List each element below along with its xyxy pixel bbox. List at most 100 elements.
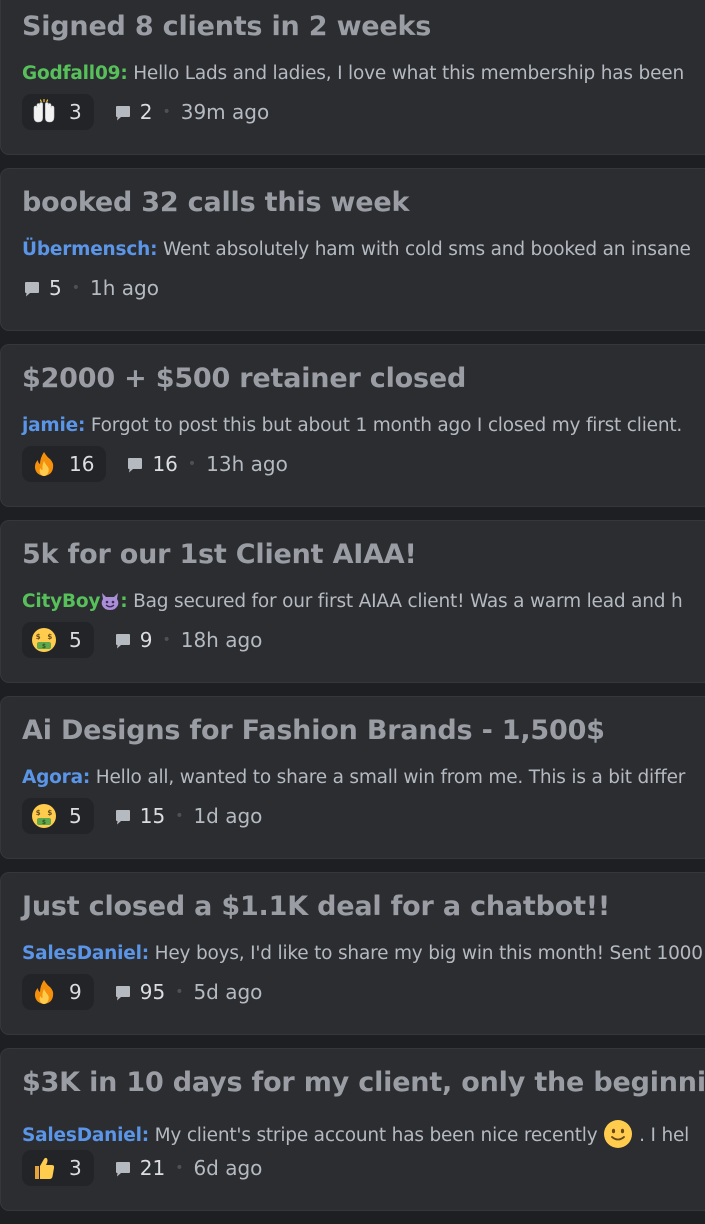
reaction-count: 5 xyxy=(69,804,82,828)
post-timestamp: 39m ago xyxy=(180,100,270,124)
preview-text: Hello all, wanted to share a small win f… xyxy=(90,767,686,788)
reaction-button[interactable]: $ $ $5 xyxy=(22,798,94,834)
post-author[interactable]: SalesDaniel xyxy=(22,1125,142,1146)
comments-button[interactable]: 21 xyxy=(114,1156,165,1180)
separator-dot: • xyxy=(175,984,184,1000)
comment-icon xyxy=(114,631,132,649)
author-separator: : xyxy=(141,943,149,964)
post-preview: SalesDaniel: Hey boys, I'd like to share… xyxy=(22,943,703,964)
comment-count: 21 xyxy=(139,1156,166,1180)
post-timestamp: 13h ago xyxy=(206,452,288,476)
post-title[interactable]: Just closed a $1.1K deal for a chatbot!! xyxy=(22,891,610,922)
author-separator: : xyxy=(120,63,128,84)
reaction-button[interactable]: 9 xyxy=(22,974,94,1010)
post-preview: CityBoy: Bag secured for our first AIAA … xyxy=(22,591,683,612)
reaction-button[interactable]: 3 xyxy=(22,1150,94,1186)
post-preview: SalesDaniel: My client's stripe account … xyxy=(22,1119,689,1149)
money-mouth-icon: $ $ $ xyxy=(31,627,57,653)
author-separator: : xyxy=(141,1125,149,1146)
comment-icon xyxy=(114,1159,132,1177)
separator-dot: • xyxy=(162,104,171,120)
comment-count: 2 xyxy=(139,100,153,124)
comments-button[interactable]: 16 xyxy=(126,452,178,476)
reaction-count: 3 xyxy=(69,1156,82,1180)
comment-count: 16 xyxy=(152,452,178,476)
post-meta: $ $ $5 15 • 1d ago xyxy=(22,798,262,834)
preview-text: Forgot to post this but about 1 month ag… xyxy=(85,415,683,436)
separator-dot: • xyxy=(71,280,80,296)
post-title[interactable]: Ai Designs for Fashion Brands - 1,500$ xyxy=(22,715,605,746)
post-meta: 5 • 1h ago xyxy=(23,270,159,306)
post-card[interactable]: Just closed a $1.1K deal for a chatbot!!… xyxy=(0,872,705,1035)
post-author[interactable]: Übermensch xyxy=(22,239,150,260)
svg-text:$: $ xyxy=(42,819,46,826)
comment-count: 15 xyxy=(139,804,166,828)
post-card[interactable]: Ai Designs for Fashion Brands - 1,500$ Ag… xyxy=(0,696,705,859)
post-author[interactable]: Agora xyxy=(22,767,83,788)
reaction-button[interactable]: 3 xyxy=(22,94,94,130)
author-separator: : xyxy=(82,767,91,788)
post-title[interactable]: $3K in 10 days for my client, only the b… xyxy=(22,1067,705,1098)
reaction-button[interactable]: $ $ $ 5 xyxy=(22,622,94,658)
reaction-count: 5 xyxy=(69,628,82,652)
comments-button[interactable]: 95 xyxy=(114,980,165,1004)
post-timestamp: 6d ago xyxy=(193,1156,263,1180)
post-timestamp: 1h ago xyxy=(90,276,159,300)
post-timestamp: 18h ago xyxy=(180,628,263,652)
post-author[interactable]: jamie xyxy=(22,415,78,436)
post-title[interactable]: 5k for our 1st Client AIAA! xyxy=(22,539,417,570)
author-separator: : xyxy=(120,591,128,612)
svg-text:$: $ xyxy=(36,809,41,817)
reaction-count: 3 xyxy=(69,100,82,124)
post-card[interactable]: booked 32 calls this week Übermensch: Wen… xyxy=(0,168,705,331)
post-timestamp: 5d ago xyxy=(193,980,263,1004)
preview-text: Hey boys, I'd like to share my big win t… xyxy=(148,943,703,964)
comments-button[interactable]: 15 xyxy=(114,804,165,828)
post-card[interactable]: $3K in 10 days for my client, only the b… xyxy=(0,1048,705,1211)
post-meta: 3 21 • 6d ago xyxy=(22,1150,262,1186)
raised-hands-icon xyxy=(31,98,57,125)
svg-text:$: $ xyxy=(47,633,52,641)
post-meta: 3 2 • 39m ago xyxy=(22,94,269,130)
preview-text: My client's stripe account has been nice… xyxy=(148,1125,598,1146)
svg-text:$: $ xyxy=(42,643,46,650)
separator-dot: • xyxy=(175,1160,184,1176)
post-author[interactable]: SalesDaniel xyxy=(22,943,142,964)
comment-icon xyxy=(23,279,41,297)
preview-text: Went absolutely ham with cold sms and bo… xyxy=(157,239,691,260)
reaction-count: 16 xyxy=(69,452,95,476)
fire-icon xyxy=(31,451,57,477)
post-card[interactable]: Signed 8 clients in 2 weeks Godfall09: He… xyxy=(0,0,705,155)
post-author[interactable]: Godfall09 xyxy=(22,63,121,84)
separator-dot: • xyxy=(187,456,197,472)
post-title[interactable]: booked 32 calls this week xyxy=(22,187,409,218)
post-meta: 9 95 • 5d ago xyxy=(22,974,262,1010)
post-timestamp: 1d ago xyxy=(193,804,263,828)
preview-text-continued: . I hel xyxy=(633,1125,690,1146)
reaction-count: 9 xyxy=(69,980,82,1004)
separator-dot: • xyxy=(175,808,184,824)
comments-button[interactable]: 9 xyxy=(114,628,152,652)
fire-icon xyxy=(31,979,57,1005)
comment-icon xyxy=(114,103,132,121)
slightly-smiling-icon xyxy=(603,1119,633,1149)
svg-text:$: $ xyxy=(47,809,52,817)
comments-button[interactable]: 2 xyxy=(114,100,153,124)
preview-text: Hello Lads and ladies, I love what this … xyxy=(127,63,684,84)
post-preview: jamie: Forgot to post this but about 1 m… xyxy=(22,415,682,436)
post-card[interactable]: 5k for our 1st Client AIAA! CityBoy: Bag … xyxy=(0,520,705,683)
post-card[interactable]: $2000 + $500 retainer closed jamie: Forgo… xyxy=(0,344,705,507)
comments-button[interactable]: 5 xyxy=(23,276,62,300)
comment-icon xyxy=(114,807,132,825)
post-title[interactable]: $2000 + $500 retainer closed xyxy=(22,363,466,394)
reaction-button[interactable]: 16 xyxy=(22,446,107,482)
post-meta: $ $ $5 9 • 18h ago xyxy=(22,622,262,658)
post-title[interactable]: Signed 8 clients in 2 weeks xyxy=(22,11,431,42)
post-author[interactable]: CityBoy xyxy=(22,591,100,612)
post-preview: Godfall09: Hello Lads and ladies, I love… xyxy=(22,63,684,84)
post-preview: Agora: Hello all, wanted to share a smal… xyxy=(22,767,685,788)
comment-icon xyxy=(126,455,144,473)
comment-icon xyxy=(114,983,132,1001)
post-feed: Signed 8 clients in 2 weeks Godfall09: He… xyxy=(0,0,705,1224)
post-preview: Übermensch: Went absolutely ham with col… xyxy=(22,239,691,260)
